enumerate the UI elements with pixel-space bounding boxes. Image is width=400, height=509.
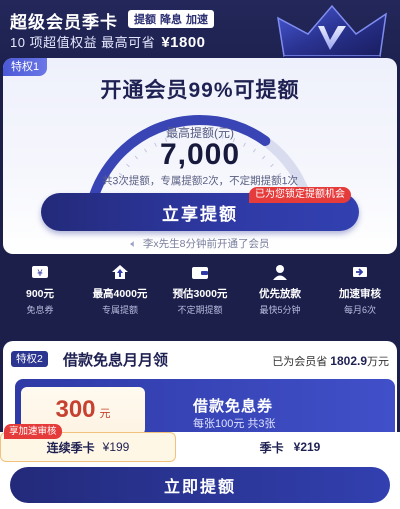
saved-number: 1802.9	[330, 354, 367, 368]
privilege-main: 优先放款	[259, 288, 301, 300]
svg-text:¥: ¥	[37, 269, 43, 279]
coupon-unit: 元	[99, 408, 111, 420]
saved-suffix: 万元	[367, 356, 389, 368]
crown-logo-icon	[277, 4, 387, 64]
raise-title: 开通会员99%可提额	[100, 79, 300, 102]
privilege-sub: 专属提额	[101, 305, 138, 315]
privilege-badge-2: 特权2	[11, 351, 48, 367]
privilege-main: 加速审核	[339, 288, 381, 300]
raise-card: 特权1 开通会员99%可提额 最高提额(元) 7,000 共3次提额，专属提额2…	[3, 58, 397, 254]
plan-name: 连续季卡	[46, 440, 95, 455]
interest-free-title: 借款免息月月领	[63, 352, 169, 369]
tag-rate: 降息	[160, 14, 182, 26]
header-tags: 提额 降息 加速	[128, 10, 214, 28]
wallet-icon	[192, 267, 208, 279]
coupon-subtitle: 每张100元 共3张	[193, 418, 276, 430]
plan-quarterly[interactable]: 季卡 ¥219	[180, 432, 400, 462]
privilege-item[interactable]: ¥ 900元 免息券	[0, 258, 80, 320]
privilege-list: ¥ 900元 免息券 最高4000元 专属提额 预估3000元 不定期提额 优先…	[0, 258, 400, 320]
accelerated-review-tag: 享加速审核	[4, 424, 62, 439]
privilege-main: 900元	[25, 288, 55, 300]
house-arrow-icon	[112, 265, 128, 279]
user-icon	[273, 265, 287, 280]
privilege-sub: 最快5分钟	[259, 305, 301, 315]
privilege-sub: 每月6次	[343, 305, 376, 315]
coupon-title: 借款免息券	[193, 398, 274, 415]
speed-icon	[353, 267, 367, 277]
privilege-sub: 免息券	[26, 305, 54, 315]
recent-member-notice: 🔈︎ 李x先生8分钟前开通了会员	[3, 236, 397, 251]
tag-speed: 加速	[186, 14, 208, 26]
max-raise-amount: 7,000	[159, 138, 241, 171]
raise-now-button[interactable]: 立即提额	[10, 467, 390, 503]
coupon-amount: 300	[55, 396, 96, 423]
subtitle-text: 10 项超值权益 最高可省	[10, 35, 156, 50]
tag-raise: 提额	[134, 14, 156, 26]
interest-free-section: 特权2 借款免息月月领 已为会员省 1802.9万元 300 元 借款免息券 每…	[3, 341, 397, 441]
plan-price: ¥199	[102, 440, 130, 454]
saved-prefix: 已为会员省	[272, 356, 328, 368]
saved-amount: 已为会员省 1802.9万元	[272, 353, 389, 369]
header-subtitle: 10 项超值权益 最高可省 ¥1800	[10, 32, 206, 51]
plan-price: ¥219	[293, 440, 321, 454]
privilege-main: 预估3000元	[172, 288, 228, 300]
privilege-item[interactable]: 预估3000元 不定期提额	[160, 258, 240, 320]
notice-text: 李x先生8分钟前开通了会员	[142, 238, 270, 250]
privilege-item[interactable]: 加速审核 每月6次	[320, 258, 400, 320]
subtitle-amount: ¥1800	[161, 34, 206, 51]
coupon-icon: ¥	[32, 266, 48, 279]
raise-count-info: 共3次提额，专属提额2次，不定期提额1次	[101, 175, 299, 187]
privilege-main: 最高4000元	[92, 288, 148, 300]
plan-name: 季卡	[259, 440, 284, 455]
header: 超级会员季卡 提额 降息 加速 10 项超值权益 最高可省 ¥1800	[0, 0, 400, 64]
privilege-item[interactable]: 优先放款 最快5分钟	[240, 258, 320, 320]
privilege-sub: 不定期提额	[177, 305, 223, 315]
speaker-icon: 🔈︎	[130, 238, 137, 250]
privilege-item[interactable]: 最高4000元 专属提额	[80, 258, 160, 320]
locked-chance-tag: 已为您锁定提额机会	[249, 187, 351, 203]
page-title: 超级会员季卡	[10, 13, 118, 32]
